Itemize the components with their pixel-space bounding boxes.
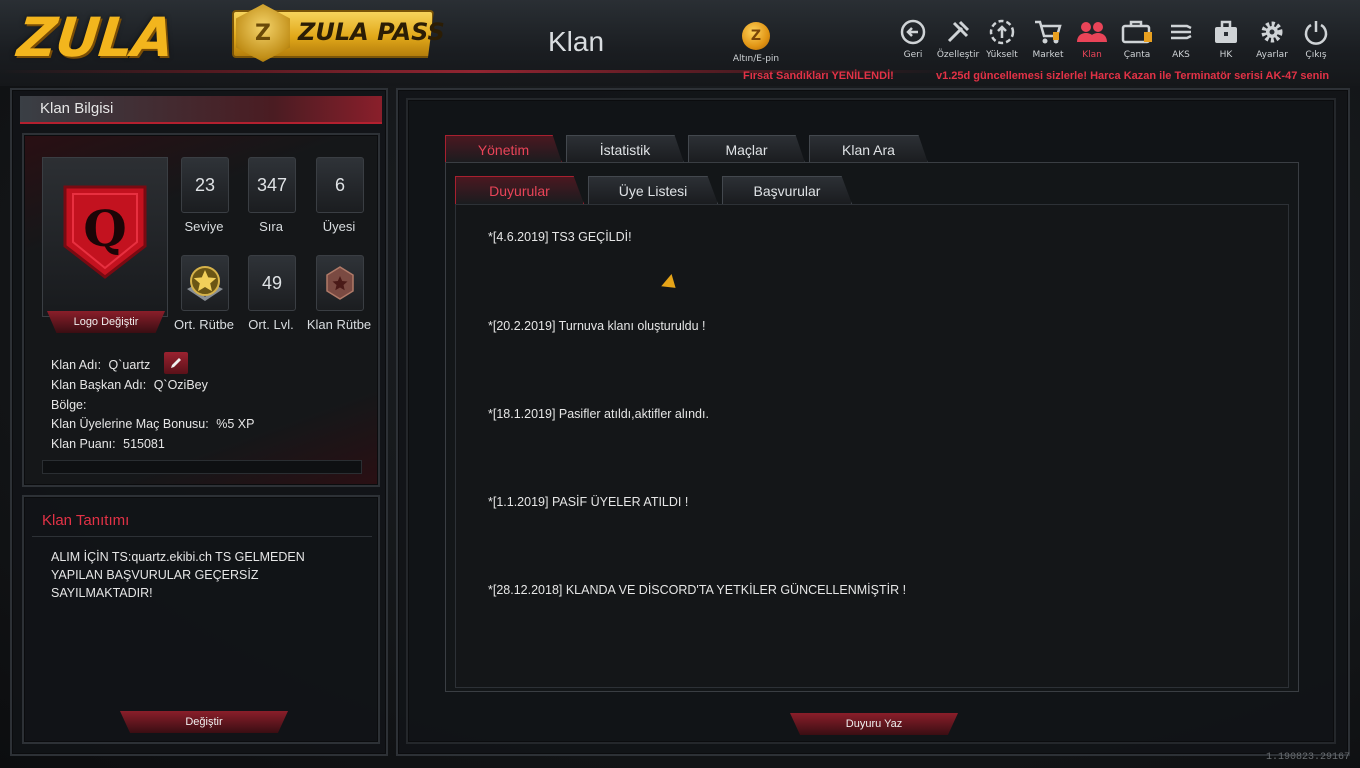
puan-row: Klan Puanı: 515081 [51,437,165,451]
nav-aks[interactable]: AKS [1159,16,1203,60]
back-arrow-icon [891,16,935,48]
announcement-item: *[4.6.2019] TS3 GEÇİLDİ! [488,230,632,244]
stat-uyesi-label: Üyesi [322,219,356,234]
puan-value: 515081 [123,437,165,451]
tab-yonetim[interactable]: Yönetim [445,135,562,163]
nav-label: Geri [903,50,923,60]
clan-intro-title: Klan Tanıtımı [42,512,130,529]
stat-klan-rutbe-label: Klan Rütbe [306,317,372,332]
nav-canta[interactable]: Çanta [1115,16,1159,60]
main-nav: Geri Özelleştir Yükselt Market Klan Çant… [0,16,1360,66]
stat-sira-value: 347 [248,157,296,213]
subtab-basvurular[interactable]: Başvurular [722,176,852,204]
clan-progress-bar [42,460,362,474]
svg-text:Q: Q [83,199,127,258]
stat-seviye-value: 23 [181,157,229,213]
edit-name-button[interactable] [164,352,188,374]
baskan-row: Klan Başkan Adı: Q`OziBey [51,378,208,392]
klan-adi-row: Klan Adı: Q`uartz [51,358,150,372]
clan-intro-box [22,495,380,744]
klan-bilgisi-title: Klan Bilgisi [40,100,114,117]
news-ticker-2[interactable]: v1.25d güncellemesi sizlerle! Harca Kaza… [936,70,1350,82]
bonus-row: Klan Üyelerine Maç Bonusu: %5 XP [51,417,254,431]
nav-ayarlar[interactable]: Ayarlar [1250,16,1294,60]
nav-label: Özelleştir [936,50,980,60]
nav-cikis[interactable]: Çıkış [1294,16,1338,60]
nav-label: Yükselt [986,50,1018,60]
pencil-icon [171,358,181,368]
change-intro-button[interactable]: Değiştir [120,711,288,733]
bonus-label: Klan Üyelerine Maç Bonusu: [51,417,209,431]
stat-ort-rutbe-label: Ort. Rütbe [174,317,234,332]
tab-istatistik[interactable]: İstatistik [566,135,684,163]
clan-shield-logo-icon: Q [63,185,147,279]
nav-geri[interactable]: Geri [891,16,935,60]
clan-rank-icon [326,266,354,300]
nav-yukselt[interactable]: Yükselt [980,16,1024,60]
users-icon [1070,16,1114,48]
nav-ozellestir[interactable]: Özelleştir [936,16,980,60]
nav-label: Ayarlar [1256,50,1288,60]
star-rank-icon [187,266,223,301]
tab-maclar[interactable]: Maçlar [688,135,805,163]
stat-seviye-label: Seviye [184,219,224,234]
bolge-label: Bölge: [51,398,87,412]
announcement-item: *[18.1.2019] Pasifler atıldı,aktifler al… [488,407,709,421]
puan-label: Klan Puanı: [51,437,116,451]
nav-label: Çanta [1123,50,1151,60]
tab-klan-ara[interactable]: Klan Ara [809,135,928,163]
version-label: 1.190823.29167 [1265,752,1350,763]
announcement-item: *[28.12.2018] KLANDA VE DİSCORD'TA YETKİ… [488,583,907,597]
nav-label: Klan [1082,50,1102,60]
stat-ort-lvl-label: Ort. Lvl. [248,317,294,332]
nav-klan[interactable]: Klan [1070,16,1114,60]
baskan-value: Q`OziBey [153,378,208,392]
nav-hk[interactable]: HK [1204,16,1248,60]
tools-icon [936,16,980,48]
klan-bilgisi-header: Klan Bilgisi [20,96,382,124]
nav-label: Market [1032,50,1064,60]
divider [32,536,372,537]
bolge-row: Bölge: [51,398,86,412]
bonus-value: %5 XP [216,417,255,431]
nav-label: AKS [1172,50,1190,60]
gear-icon [1250,16,1294,48]
baskan-label: Klan Başkan Adı: [51,378,147,392]
subtab-uye-listesi[interactable]: Üye Listesi [588,176,718,204]
upgrade-icon [980,16,1024,48]
announcement-item: *[20.2.2019] Turnuva klanı oluşturuldu ! [488,319,706,333]
subtab-duyurular[interactable]: Duyurular [455,176,584,204]
bag-icon [1115,16,1159,48]
news-ticker-1[interactable]: Fırsat Sandıkları YENİLENDİ! [743,70,894,82]
nav-label: Çıkış [1305,50,1327,60]
stat-klan-rutbe-box [316,255,364,311]
briefcase-icon [1204,16,1248,48]
power-icon [1294,16,1338,48]
announcements-list[interactable] [455,204,1289,688]
klan-adi-label: Klan Adı: [51,358,102,372]
clan-intro-text: ALIM İÇİN TS:quartz.ekibi.ch TS GELMEDEN… [51,550,305,600]
stat-ort-lvl-value: 49 [248,255,296,311]
aks-icon [1159,16,1203,48]
announcement-item: *[1.1.2019] PASİF ÜYELER ATILDI ! [488,495,689,509]
nav-market[interactable]: Market [1026,16,1070,60]
logo-change-button[interactable]: Logo Değiştir [47,311,165,333]
stat-uyesi-value: 6 [316,157,364,213]
write-announcement-button[interactable]: Duyuru Yaz [790,713,958,735]
nav-label: HK [1219,50,1233,60]
klan-adi-value: Q`uartz [108,358,151,372]
cart-icon [1026,16,1070,48]
stat-sira-label: Sıra [259,219,283,234]
stat-ort-rutbe-box [181,255,229,311]
